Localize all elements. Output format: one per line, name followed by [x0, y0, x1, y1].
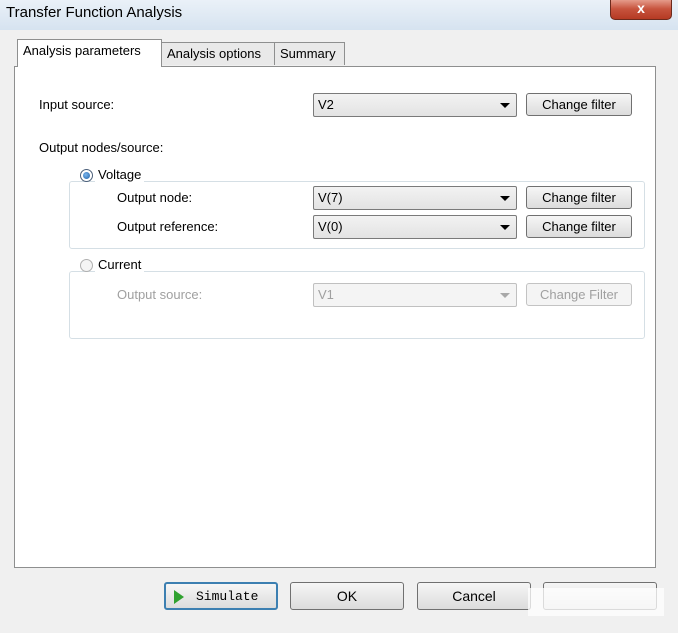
dialog-window: Transfer Function Analysis x Analysis pa… — [0, 0, 678, 633]
radio-selected-dot — [83, 172, 90, 179]
output-reference-change-filter-button[interactable]: Change filter — [526, 215, 632, 238]
input-source-value: V2 — [318, 97, 334, 112]
window-title: Transfer Function Analysis — [6, 4, 183, 21]
close-button[interactable]: x — [610, 0, 672, 20]
current-radio-label: Current — [95, 257, 145, 272]
chevron-down-icon — [500, 103, 510, 108]
play-icon — [174, 590, 184, 604]
voltage-radio-label: Voltage — [95, 167, 145, 182]
chevron-down-icon — [500, 196, 510, 201]
input-source-label: Input source: — [39, 97, 115, 112]
input-source-select[interactable]: V2 — [313, 93, 517, 117]
output-reference-select[interactable]: V(0) — [313, 215, 517, 239]
current-radio[interactable] — [80, 259, 93, 272]
tab-panel-analysis-parameters: Input source: V2 Change filter Output no… — [14, 66, 656, 568]
output-node-select[interactable]: V(7) — [313, 186, 517, 210]
output-node-label: Output node: — [117, 190, 193, 205]
tab-summary[interactable]: Summary — [274, 42, 345, 65]
chevron-down-icon — [500, 225, 510, 230]
tab-analysis-parameters[interactable]: Analysis parameters — [17, 39, 162, 67]
output-source-change-filter-button[interactable]: Change Filter — [526, 283, 632, 306]
output-reference-label: Output reference: — [117, 219, 219, 234]
tab-label: Analysis options — [167, 46, 261, 61]
cancel-button[interactable]: Cancel — [417, 582, 531, 610]
tab-analysis-options[interactable]: Analysis options — [161, 42, 275, 65]
voltage-radio[interactable] — [80, 169, 93, 182]
input-source-change-filter-button[interactable]: Change filter — [526, 93, 632, 116]
output-reference-value: V(0) — [318, 219, 343, 234]
output-node-value: V(7) — [318, 190, 343, 205]
tab-label: Summary — [280, 46, 336, 61]
tab-label: Analysis parameters — [23, 43, 141, 58]
simulate-button[interactable]: Simulate — [164, 582, 278, 610]
output-source-value: V1 — [318, 287, 334, 302]
title-bar[interactable]: Transfer Function Analysis x — [0, 0, 678, 30]
output-node-change-filter-button[interactable]: Change filter — [526, 186, 632, 209]
simulate-label: Simulate — [196, 589, 259, 604]
chevron-down-icon — [500, 293, 510, 298]
ok-button[interactable]: OK — [290, 582, 404, 610]
close-icon: x — [637, 0, 645, 16]
output-source-label: Output source: — [117, 287, 203, 302]
watermark — [528, 588, 664, 616]
output-source-select[interactable]: V1 — [313, 283, 517, 307]
output-section-label: Output nodes/source: — [39, 140, 164, 155]
